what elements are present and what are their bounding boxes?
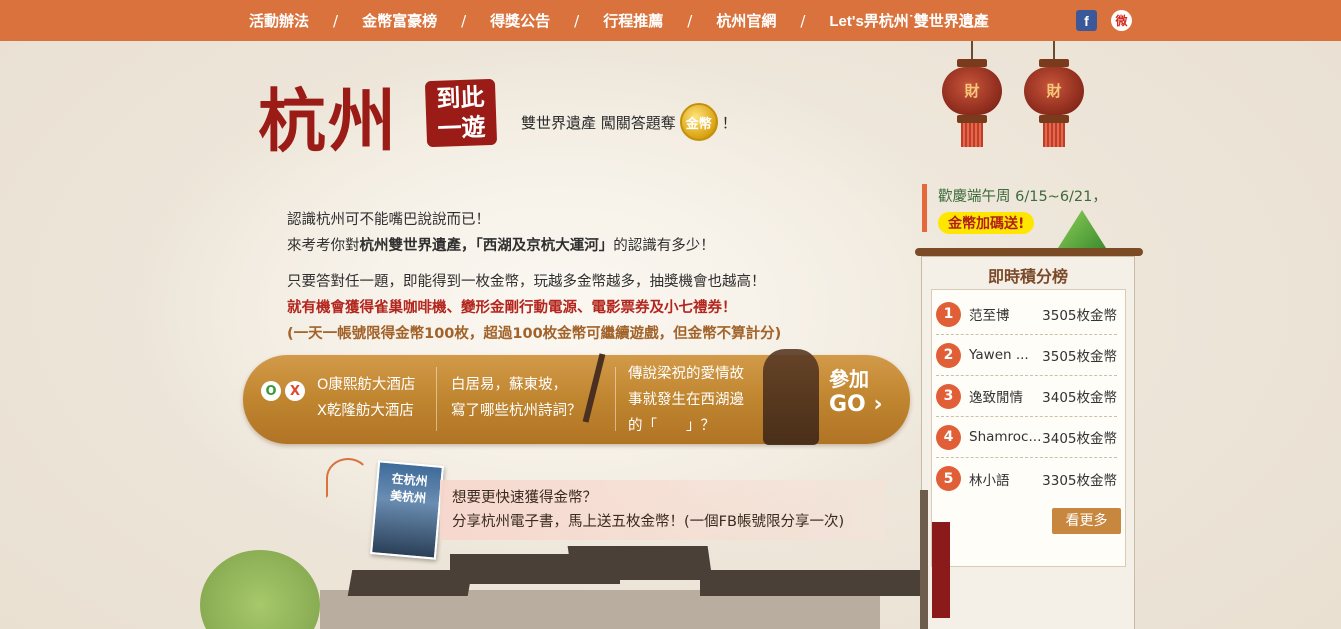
nav-separator: / bbox=[461, 11, 467, 30]
statue-image bbox=[763, 349, 819, 445]
seal-line-1: 到此 bbox=[435, 82, 485, 113]
see-more-button[interactable]: 看更多 bbox=[1052, 508, 1121, 534]
nav-separator: / bbox=[574, 11, 580, 30]
share-line-2: 分享杭州電子書，馬上送五枚金幣！(一個FB帳號限分享一次) bbox=[452, 514, 845, 530]
lantern-char: 財 bbox=[942, 67, 1002, 115]
player-name: Yawen ... bbox=[969, 347, 1029, 363]
facebook-icon[interactable]: f bbox=[1076, 10, 1097, 31]
player-score: 3505枚金幣 bbox=[1042, 349, 1117, 365]
nav-link-world-heritage[interactable]: Let's畀杭州˙雙世界遺產 bbox=[829, 10, 988, 31]
x-flag-icon: X bbox=[285, 381, 305, 401]
nav-links: 活動辦法 / 金幣富豪榜 / 得獎公告 / 行程推薦 / 杭州官網 / Let'… bbox=[249, 0, 989, 41]
nav-link-official-site[interactable]: 杭州官網 bbox=[716, 10, 776, 31]
quiz-sample-2-line-1: 白居易，蘇東坡， bbox=[451, 377, 567, 393]
quiz-sample-3-line-1: 傳說梁祝的愛情故 bbox=[628, 366, 744, 382]
hangzhou-scenery-illustration bbox=[200, 540, 920, 629]
nav-link-rules[interactable]: 活動辦法 bbox=[249, 10, 309, 31]
leaderboard-row: 5 林小語 3305枚金幣 bbox=[936, 458, 1117, 499]
intro-line-2-bold: 杭州雙世界遺產，「西湖及京杭大運河」 bbox=[359, 238, 614, 254]
quiz-sample-1-line-1: O康熙舫大酒店 bbox=[317, 377, 416, 393]
rank-badge: 1 bbox=[936, 301, 961, 327]
gold-coin-icon: 金幣 bbox=[679, 103, 718, 141]
player-name: Shamroc... bbox=[969, 429, 1042, 445]
leaderboard-row: 1 范至博 3505枚金幣 bbox=[936, 294, 1117, 335]
join-go-button[interactable]: 參加 GO › bbox=[815, 363, 905, 435]
intro-line-3: 只要答對任一題，即能得到一枚金幣，玩越多金幣越多，抽獎機會也越高！ bbox=[287, 274, 766, 290]
quiz-sample-3-line-2: 事就發生在西湖邊 bbox=[628, 392, 744, 408]
chevron-right-icon: › bbox=[873, 392, 883, 417]
nav-link-itinerary[interactable]: 行程推薦 bbox=[603, 10, 663, 31]
weibo-icon[interactable]: 微 bbox=[1111, 10, 1132, 31]
rank-badge: 2 bbox=[936, 342, 961, 368]
nav-separator: / bbox=[800, 11, 806, 30]
player-name: 逸致閒情 bbox=[969, 390, 1023, 406]
o-flag-icon: O bbox=[261, 381, 281, 401]
promo-badge: 金幣加碼送! bbox=[938, 212, 1035, 234]
quiz-sample-3-line-3: 的「 」？ bbox=[628, 418, 715, 434]
nav-link-rich-list[interactable]: 金幣富豪榜 bbox=[362, 10, 437, 31]
leaderboard-title: 即時積分榜 bbox=[987, 267, 1068, 286]
player-name: 范至博 bbox=[969, 308, 1010, 324]
leaderboard-panel: 即時積分榜 1 范至博 3505枚金幣 2 Yawen ... 3505枚金幣 … bbox=[921, 256, 1135, 629]
quiz-sample-3: 傳說梁祝的愛情故 事就發生在西湖邊 的「 」？ bbox=[628, 361, 744, 439]
leaderboard-row: 3 逸致閒情 3405枚金幣 bbox=[936, 376, 1117, 417]
player-score: 3305枚金幣 bbox=[1042, 472, 1117, 489]
quiz-sample-2-line-2: 寫了哪些杭州詩詞？ bbox=[451, 403, 582, 419]
quiz-bar[interactable]: O X O康熙舫大酒店 X乾隆舫大酒店 白居易，蘇東坡， 寫了哪些杭州詩詞？ 傳… bbox=[243, 349, 910, 445]
ebook-title: 在杭州 美杭州 bbox=[389, 471, 429, 506]
leaderboard-row: 4 Shamroc... 3405枚金幣 bbox=[936, 417, 1117, 458]
player-score: 3405枚金幣 bbox=[1042, 390, 1117, 406]
quiz-divider bbox=[436, 367, 437, 431]
tagline-text: 雙世界遺產 闖關答題奪 bbox=[521, 113, 676, 132]
nav-separator: / bbox=[687, 11, 693, 30]
calligraphy-watermark bbox=[850, 440, 920, 580]
swirl-arrow-icon bbox=[326, 458, 370, 498]
go-button-line-2: GO › bbox=[815, 392, 905, 417]
rank-badge: 3 bbox=[936, 383, 961, 409]
go-button-text: GO bbox=[829, 392, 866, 417]
rank-badge: 5 bbox=[936, 466, 961, 491]
logo-title: 杭州 bbox=[258, 82, 399, 162]
intro-limit-note: (一天一帳號限得金幣100枚，超過100枚金幣可繼續遊戲，但金幣不算計分) bbox=[287, 326, 782, 342]
brush-icon bbox=[582, 353, 606, 423]
intro-line-1: 認識杭州可不能嘴巴說說而已！ bbox=[287, 212, 490, 228]
player-score: 3505枚金幣 bbox=[1042, 308, 1117, 324]
intro-line-2: 來考考你對杭州雙世界遺產，「西湖及京杭大運河」的認識有多少！ bbox=[287, 233, 781, 259]
go-button-label: 參加 bbox=[829, 367, 869, 391]
lantern-left: 財 bbox=[942, 41, 1002, 147]
quiz-sample-1-line-2: X乾隆舫大酒店 bbox=[317, 403, 414, 419]
top-nav: 活動辦法 / 金幣富豪榜 / 得獎公告 / 行程推薦 / 杭州官網 / Let'… bbox=[0, 0, 1341, 41]
tagline: 雙世界遺產 闖關答題奪 金幣 ！ bbox=[521, 103, 737, 141]
quiz-sample-2: 白居易，蘇東坡， 寫了哪些杭州詩詞？ bbox=[451, 372, 582, 424]
intro-line-2-prefix: 來考考你對 bbox=[287, 238, 360, 254]
leaderboard-row: 2 Yawen ... 3505枚金幣 bbox=[936, 335, 1117, 376]
player-name: 林小語 bbox=[969, 472, 1010, 489]
intro-line-2-suffix: 的認識有多少！ bbox=[613, 238, 715, 254]
seal-line-2: 一遊 bbox=[437, 112, 486, 143]
street-sign bbox=[932, 522, 950, 618]
intro-text: 認識杭州可不能嘴巴說說而已！ 來考考你對杭州雙世界遺產，「西湖及京杭大運河」的認… bbox=[287, 207, 781, 347]
share-line-1: 想要更快速獲得金幣？ bbox=[452, 490, 597, 506]
share-box[interactable]: 想要更快速獲得金幣？ 分享杭州電子書，馬上送五枚金幣！(一個FB帳號限分享一次) bbox=[440, 480, 886, 540]
lantern-right: 財 bbox=[1024, 41, 1084, 147]
intro-prizes: 就有機會獲得雀巢咖啡機、變形金剛行動電源、電影票券及小七禮券！ bbox=[287, 300, 737, 316]
sign-pole bbox=[920, 490, 928, 629]
nav-separator: / bbox=[333, 11, 339, 30]
quiz-sample-1: O康熙舫大酒店 X乾隆舫大酒店 bbox=[317, 372, 415, 424]
lantern-char: 財 bbox=[1024, 67, 1084, 115]
logo-seal: 到此 一遊 bbox=[424, 78, 498, 148]
scroll-rod bbox=[915, 248, 1143, 256]
promo-title: 歡慶端午周 6/15~6/21， bbox=[938, 189, 1107, 205]
ox-flags: O X bbox=[261, 381, 305, 401]
tagline-suffix: ！ bbox=[721, 113, 737, 132]
promo-accent-bar bbox=[922, 184, 927, 232]
rank-badge: 4 bbox=[936, 424, 961, 450]
nav-link-winners[interactable]: 得獎公告 bbox=[490, 10, 550, 31]
player-score: 3405枚金幣 bbox=[1042, 431, 1117, 447]
quiz-divider bbox=[615, 367, 616, 431]
